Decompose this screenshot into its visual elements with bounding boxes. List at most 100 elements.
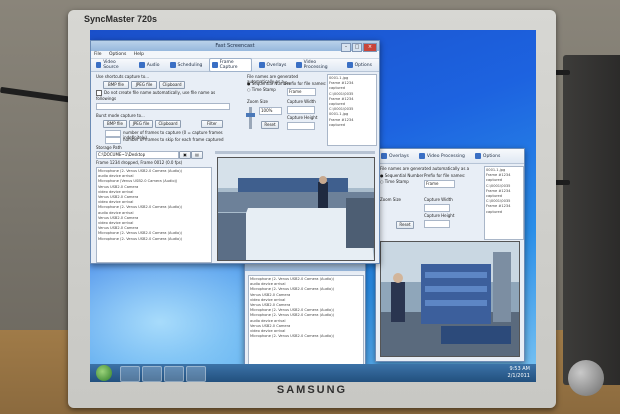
taskbar-button-app[interactable] xyxy=(164,366,184,382)
capture-height-input[interactable] xyxy=(287,122,315,130)
reset-button[interactable]: Reset xyxy=(261,121,279,129)
jpeg-file-button[interactable]: JPEG file xyxy=(131,81,157,89)
storage-path-input[interactable]: C:\DOCUME~1\Desktop xyxy=(96,151,179,159)
start-button[interactable] xyxy=(96,365,112,381)
filename-input[interactable] xyxy=(96,103,230,110)
close-button[interactable]: × xyxy=(363,43,377,52)
radio-sequential[interactable]: ● Sequential Number xyxy=(247,81,290,86)
camera-preview-2 xyxy=(380,241,520,357)
open-icon: ▤ xyxy=(195,152,199,157)
log-line: captured xyxy=(329,122,346,127)
zoom-slider-thumb[interactable] xyxy=(246,113,255,117)
radio-label: Time Stamp xyxy=(384,179,409,184)
microphone-icon xyxy=(138,62,145,68)
clock-time: 9:53 AM xyxy=(509,366,530,372)
tab-audio[interactable]: Audio xyxy=(136,60,163,70)
tab-options[interactable]: Options xyxy=(344,60,375,70)
taskbar-clock[interactable]: 9:53 AM 2/1/2011 xyxy=(508,366,530,380)
monitor-brand-label: SAMSUNG xyxy=(276,384,348,396)
clipboard-button[interactable]: Clipboard xyxy=(159,81,185,89)
monitor-screen: Microphone (2- Venus USB2.0 Camera (Audi… xyxy=(90,30,536,382)
log-line: captured xyxy=(486,209,503,214)
tab-options-2[interactable]: Options xyxy=(472,151,503,161)
storage-info: Frame 1234 dropped, Frame 0012 (0.0 fps) xyxy=(96,160,183,165)
prefix-input-2[interactable]: Frame xyxy=(424,180,455,188)
tab-video-processing[interactable]: Video Processing xyxy=(293,58,339,72)
factory-scene xyxy=(218,158,374,260)
tab-label: Options xyxy=(354,62,372,68)
tab-label: Video Source xyxy=(103,60,119,70)
second-window[interactable]: Overlays Video Processing Options File n… xyxy=(375,148,525,362)
device-log-lines: Microphone (2- Venus USB2.0 Camera (Audi… xyxy=(98,169,210,242)
maximize-button[interactable]: □ xyxy=(352,43,362,52)
bmp-file-button[interactable]: BMP file xyxy=(103,81,129,89)
checkbox-filename[interactable]: Do not create file name automatically, u… xyxy=(96,90,226,101)
menu-help[interactable]: Help xyxy=(134,52,144,57)
tab-scheduling[interactable]: Scheduling xyxy=(167,60,206,70)
radio-sequential-2[interactable]: ● Sequential Number xyxy=(380,173,423,178)
main-titlebar[interactable]: Fast Screencast – □ × xyxy=(91,41,379,52)
log-line: Microphone (2- Venus USB2.0 Camera (Audi… xyxy=(250,334,335,339)
taskbar-button-explorer[interactable] xyxy=(120,366,140,382)
open-button[interactable]: ▤ xyxy=(191,151,203,159)
menu-file[interactable]: File xyxy=(94,52,102,57)
capture-log-lines: 0001.1.jpg Frame #1234 captured C:\0001\003… xyxy=(486,168,522,215)
zoom-slider-track[interactable] xyxy=(249,107,252,129)
window-title: Fast Screencast xyxy=(215,43,255,49)
tab-overlays-2[interactable]: Overlays xyxy=(378,151,412,161)
tools-icon xyxy=(418,153,425,159)
taskbar-button-media[interactable] xyxy=(142,366,162,382)
capture-heading: Use shortcuts capture to... xyxy=(96,74,150,79)
log-line: Microphone (2- Venus USB2.0 Camera (Audi… xyxy=(98,236,183,241)
radio-timestamp[interactable]: ○ Time Stamp xyxy=(247,87,276,92)
camera-preview xyxy=(217,157,375,261)
storage-label: Storage Path xyxy=(96,145,122,150)
layers-icon xyxy=(258,62,265,68)
log-list[interactable]: Microphone (2- Venus USB2.0 Camera (Audi… xyxy=(248,275,364,365)
tab-overlays[interactable]: Overlays xyxy=(256,60,290,70)
capture-log[interactable]: 0001.1.jpg Frame #1234 captured C:\0001\003… xyxy=(327,74,377,146)
log-window[interactable]: Microphone (2- Venus USB2.0 Camera (Audi… xyxy=(244,260,366,366)
radio-timestamp-2[interactable]: ○ Time Stamp xyxy=(380,179,409,184)
burst-skip-input[interactable] xyxy=(105,137,121,144)
radio-label: Sequential Number xyxy=(384,173,424,178)
capture-log-2[interactable]: 0001.1.jpg Frame #1234 captured C:\0001\003… xyxy=(484,166,524,240)
calendar-icon xyxy=(169,62,176,68)
tab-label: Frame Capture xyxy=(219,60,238,70)
gear-icon xyxy=(474,153,481,159)
prefix-input[interactable]: Frame xyxy=(287,88,316,96)
burst-clipboard-button[interactable]: Clipboard xyxy=(155,120,181,128)
zoom-input[interactable]: 100% xyxy=(259,107,282,115)
gear-icon xyxy=(346,62,353,68)
tab-video-source[interactable]: Video Source xyxy=(93,58,132,72)
file-name-note-2: File names are generated automatically a… xyxy=(380,166,470,171)
window-controls: – □ × xyxy=(340,42,377,52)
tab-label: Scheduling xyxy=(177,62,203,68)
burst-bmp-button[interactable]: BMP file xyxy=(103,120,127,128)
preview-slider[interactable] xyxy=(215,151,375,154)
capture-height-input-2[interactable] xyxy=(424,220,450,228)
burst-heading: Burst mode capture to... xyxy=(96,113,145,118)
burst-jpeg-button[interactable]: JPEG file xyxy=(129,120,153,128)
pc-tower xyxy=(563,55,620,385)
device-log[interactable]: Microphone (2- Venus USB2.0 Camera (Audi… xyxy=(96,167,212,263)
tab-video-processing-2[interactable]: Video Processing xyxy=(416,151,468,161)
tab-label: Video Processing xyxy=(303,60,328,70)
burst-filter-button[interactable]: Filter xyxy=(201,120,223,128)
folder-icon: ▣ xyxy=(183,152,187,157)
main-window[interactable]: Fast Screencast – □ × File Options Help Vi… xyxy=(90,40,380,264)
factory-scene-2 xyxy=(381,242,519,356)
main-tabbar: Video Source Audio Scheduling Frame Capt… xyxy=(91,58,379,72)
capture-width-input[interactable] xyxy=(287,106,315,114)
menu-options[interactable]: Options xyxy=(109,52,126,57)
folder-button[interactable]: ▣ xyxy=(179,151,191,159)
burst-count-input[interactable] xyxy=(105,130,121,137)
minimize-button[interactable]: – xyxy=(341,43,351,52)
tab-label: Overlays xyxy=(389,153,409,159)
tab-frame-capture[interactable]: Frame Capture xyxy=(209,58,252,72)
capture-width-input-2[interactable] xyxy=(424,204,450,212)
prefix-label: Prefix for file names: xyxy=(285,81,327,86)
reset-button-2[interactable]: Reset xyxy=(396,221,414,229)
frame-icon xyxy=(212,62,218,68)
taskbar-button-screencast[interactable] xyxy=(186,366,206,382)
